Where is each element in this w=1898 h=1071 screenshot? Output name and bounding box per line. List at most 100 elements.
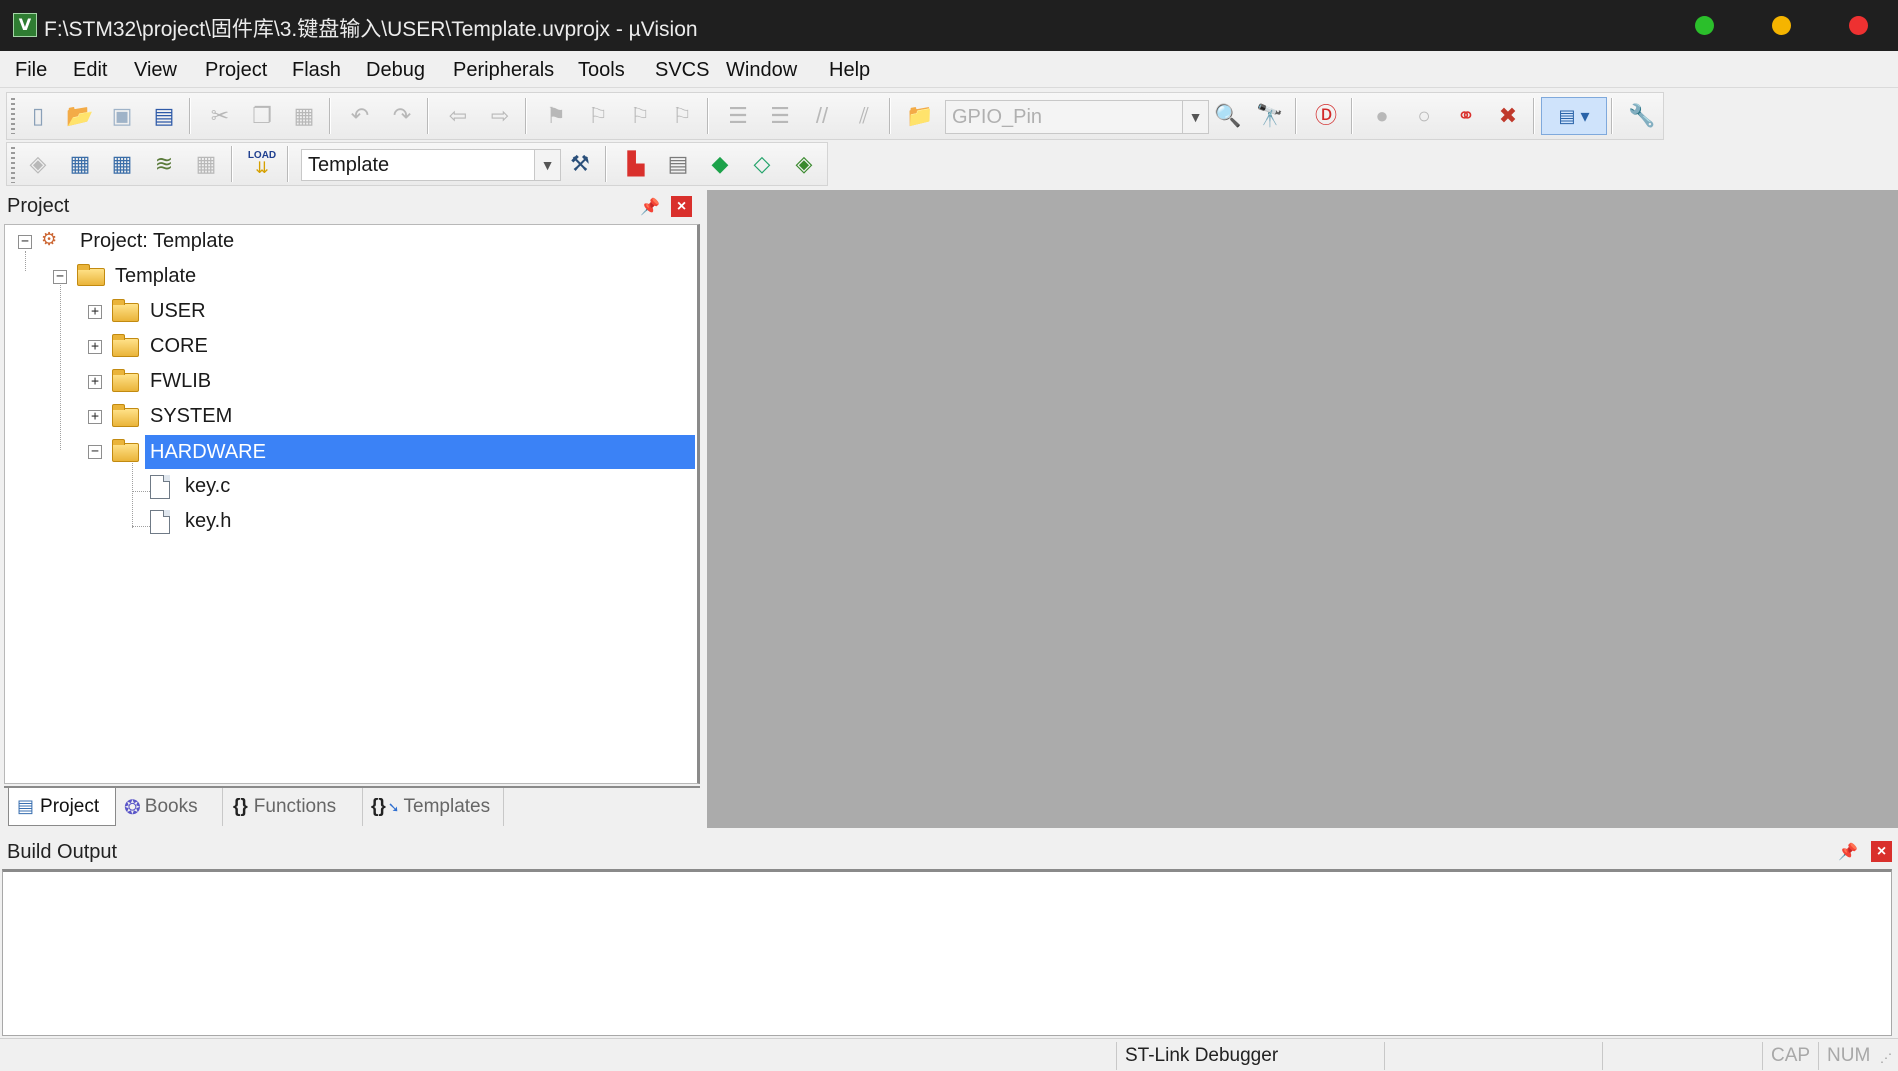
cut-icon[interactable]: ✂ [203,99,237,133]
navigate-forward-icon[interactable]: ⇨ [483,99,517,133]
menu-edit[interactable]: Edit [73,59,107,82]
find-icon[interactable]: 🔍 [1211,99,1245,133]
menu-file[interactable]: File [15,59,47,82]
open-folder-icon [112,439,139,462]
unindent-icon[interactable]: ☰ [763,99,797,133]
window-layout-icon[interactable]: ▤ ▾ [1541,97,1607,135]
close-panel-button[interactable]: × [1871,841,1892,862]
editor-area[interactable] [707,190,1898,828]
manage-components-icon[interactable]: ▙ [619,147,653,181]
find-combo[interactable]: GPIO_Pin ▼ [945,100,1209,134]
menu-flash[interactable]: Flash [292,59,341,82]
pin-icon[interactable]: 📌 [640,197,660,217]
tree-item-label: key.h [185,510,232,532]
tree-item-fwlib[interactable]: + FWLIB [5,365,695,399]
build-toolbar: ◈ ▦ ▦ ≋ ▦ LOAD ⇊ Template ▼ ⚒ ▙ ▤ ◆ ◇ ◈ [6,142,828,186]
expand-icon[interactable]: + [88,375,102,389]
pin-icon[interactable]: 📌 [1838,842,1858,862]
collapse-icon[interactable]: − [18,235,32,249]
kill-breakpoints-icon[interactable]: ✖ [1491,99,1525,133]
copy-icon[interactable]: ❐ [245,99,279,133]
disable-breakpoints-icon[interactable]: ⚭ [1449,99,1483,133]
close-panel-button[interactable]: × [671,196,692,217]
debug-session-icon[interactable]: Ⓓ [1309,99,1343,133]
tree-item-label: FWLIB [150,370,212,392]
resize-grip-icon[interactable]: ⋰ [1880,1051,1894,1065]
menu-svcs[interactable]: SVCS [655,59,709,82]
menu-tools[interactable]: Tools [578,59,625,82]
tab-templates[interactable]: {} ➘ Templates [362,788,504,826]
build-icon[interactable]: ▦ [63,147,97,181]
target-options-icon[interactable]: ⚒ [563,147,597,181]
file-toolbar: ▯ 📂 ▣ ▤ ✂ ❐ ▦ ↶ ↷ ⇦ ⇨ ⚑ ⚐ ⚐ ⚐ ☰ ☰ // ⫽ 📁… [6,92,1664,140]
enable-breakpoint-icon[interactable]: ○ [1407,99,1441,133]
expand-icon[interactable]: + [88,340,102,354]
minimize-button[interactable] [1772,16,1791,35]
expand-icon[interactable]: + [88,305,102,319]
clear-bookmarks-icon[interactable]: ⚐ [665,99,699,133]
paste-icon[interactable]: ▦ [287,99,321,133]
file-icon [150,510,170,534]
save-all-icon[interactable]: ▤ [147,99,181,133]
save-icon[interactable]: ▣ [105,99,139,133]
build-output-text[interactable] [2,869,1892,1036]
expand-icon[interactable]: + [88,410,102,424]
project-icon: ⚙ [41,229,58,249]
next-bookmark-icon[interactable]: ⚐ [623,99,657,133]
batch-build-icon[interactable]: ≋ [147,147,181,181]
new-file-icon[interactable]: ▯ [21,99,55,133]
comment-icon[interactable]: // [805,99,839,133]
tree-item-project[interactable]: − ⚙ Project: Template [5,225,695,259]
translate-icon[interactable]: ◈ [21,147,55,181]
tree-item-file-key-c[interactable]: key.c [5,470,695,504]
collapse-icon[interactable]: − [53,270,67,284]
panel-title: Project [7,195,70,217]
bookmark-icon[interactable]: ⚑ [539,99,573,133]
navigate-back-icon[interactable]: ⇦ [441,99,475,133]
tree-item-user[interactable]: + USER [5,295,695,329]
chevron-down-icon[interactable]: ▼ [534,150,560,180]
menu-peripherals[interactable]: Peripherals [453,59,554,82]
tab-project[interactable]: ▤ Project [8,788,116,826]
tree-item-core[interactable]: + CORE [5,330,695,364]
menu-window[interactable]: Window [726,59,797,82]
menu-view[interactable]: View [134,59,177,82]
insert-breakpoint-icon[interactable]: ● [1365,99,1399,133]
tree-item-system[interactable]: + SYSTEM [5,400,695,434]
chevron-down-icon[interactable]: ▼ [1182,101,1208,133]
configure-icon[interactable]: 🔧 [1625,99,1659,133]
maximize-button[interactable] [1695,16,1714,35]
tree-item-hardware[interactable]: − HARDWARE [5,435,695,469]
redo-icon[interactable]: ↷ [385,99,419,133]
software-packs-icon[interactable]: ◈ [787,147,821,181]
undo-icon[interactable]: ↶ [343,99,377,133]
arrow-icon: ➘ [387,798,400,815]
indent-icon[interactable]: ☰ [721,99,755,133]
tree-item-label: key.c [185,475,231,497]
rebuild-icon[interactable]: ▦ [105,147,139,181]
run-time-environment-icon[interactable]: ◇ [745,147,779,181]
load-download-icon[interactable]: LOAD ⇊ [245,147,279,181]
tree-item-target-template[interactable]: − Template [5,260,695,294]
menu-project[interactable]: Project [205,59,267,82]
find-in-files-icon[interactable]: 📁 [903,99,937,133]
prev-bookmark-icon[interactable]: ⚐ [581,99,615,133]
tab-books[interactable]: ❂ Books [120,788,220,826]
menu-debug[interactable]: Debug [366,59,425,82]
open-file-icon[interactable]: 📂 [63,99,97,133]
incremental-find-icon[interactable]: 🔭 [1253,99,1287,133]
collapse-icon[interactable]: − [88,445,102,459]
close-button[interactable] [1849,16,1868,35]
uncomment-icon[interactable]: ⫽ [847,99,881,133]
target-folder-icon [77,264,105,286]
pack-installer-icon[interactable]: ◆ [703,147,737,181]
tree-item-file-key-h[interactable]: key.h [5,505,695,539]
tab-functions[interactable]: {} Functions [222,788,360,826]
project-tree: − ⚙ Project: Template − Template + USER … [4,224,700,784]
file-icon [150,475,170,499]
menu-help[interactable]: Help [829,59,870,82]
select-packs-icon[interactable]: ▤ [661,147,695,181]
build-output-panel: Build Output 📌 × [0,832,1898,1038]
target-combo[interactable]: Template ▼ [301,149,561,181]
stop-build-icon[interactable]: ▦ [189,147,223,181]
